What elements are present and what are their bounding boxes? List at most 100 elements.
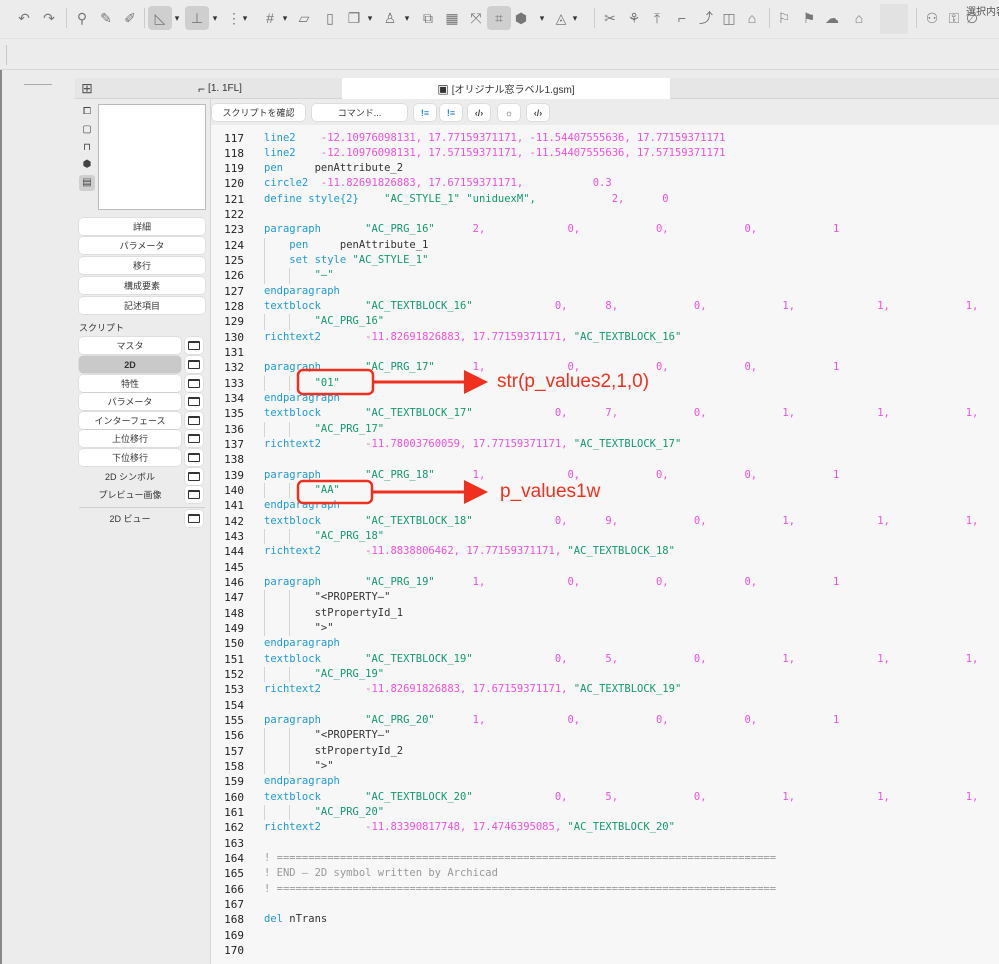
script-list-icon[interactable]: ▤ [79,175,95,191]
house-check-icon[interactable]: ⌂ [847,6,871,30]
elevate-icon[interactable]: ⤒ [645,6,669,30]
3d-view-icon[interactable]: ▢ [79,122,95,138]
code-token: ! END — 2D symbol written by Archicad [264,867,498,880]
debug-light-icon[interactable]: ☼ [498,104,520,121]
indent-guide [264,759,289,775]
tab-gsm-object[interactable]: ▣ [オリジナル窓ラベル1.gsm] [342,78,670,99]
chevron-down-icon[interactable]: ▾ [570,6,580,30]
selection-marquee-icon[interactable]: ⌗ [487,6,511,30]
section-icon[interactable]: ⊓ [79,140,95,156]
code-token: 1, 0, 0, 0, 1 [434,468,840,481]
tab-floor-plan[interactable]: ⌐ [1. 1FL] [175,78,265,99]
chevron-down-icon[interactable]: ▾ [172,6,182,30]
script-button-10[interactable]: 2D ビュー [79,510,181,527]
snap-guide-icon[interactable]: ⊥ [185,6,209,30]
side-button-1[interactable]: 詳細 [79,218,205,235]
fillet-icon[interactable]: ⌐ [670,6,694,30]
calendar-icon[interactable]: ▦ [440,6,464,30]
line-number: 128 [224,300,244,314]
open-window-icon[interactable] [185,449,203,466]
script-button-5[interactable]: インターフェース [79,412,181,429]
grid-icon[interactable]: # [258,6,282,30]
open-window-icon[interactable] [185,486,203,503]
script-button-9[interactable]: プレビュー画像 [79,486,181,503]
indent-guide [264,421,289,438]
pick-parameters-icon[interactable]: ⚲ [70,6,94,30]
3d-box-icon[interactable]: ⬢ [79,157,95,173]
code-editor[interactable]: 117 line2 -12.10976098131, 17.77159371171… [211,125,999,964]
script-button-4[interactable]: パラメータ [79,393,181,410]
script-button-7[interactable]: 下位移行 [79,449,181,466]
code-text: "—" [264,268,334,284]
3d-box-icon[interactable]: ⬢ [509,6,533,30]
open-window-icon[interactable] [185,430,203,447]
open-window-icon[interactable] [185,337,203,354]
indent-guide [264,728,289,744]
indent-guide [289,605,314,622]
trace-icon[interactable]: ⧉ [416,6,440,30]
magic-wand-icon[interactable]: ⚘ [622,6,646,30]
side-button-2[interactable]: パラメータ [79,237,205,254]
open-window-icon[interactable] [185,393,203,410]
script-button-6[interactable]: 上位移行 [79,430,181,447]
cloud-sync-icon[interactable]: ☁ [820,6,844,30]
chevron-down-icon[interactable]: ▾ [365,6,375,30]
code-line: 167 [211,897,999,912]
code-line: 142 textblock "AC_TEXTBLOCK_18" 0, 9, 0, … [211,514,999,529]
selection-info-label[interactable]: 選択内容 [966,3,999,18]
open-window-icon[interactable] [185,510,203,527]
chevron-down-icon[interactable]: ▾ [402,6,412,30]
code-token: "AC_TEXTBLOCK_18" [567,545,675,558]
plane-icon[interactable]: ▱ [292,6,316,30]
figure-icon[interactable]: ♙ [378,6,402,30]
redo-icon[interactable]: ↷ [37,6,61,30]
script-button-3[interactable]: 特性 [79,375,181,392]
inject-icon[interactable]: ✐ [118,6,142,30]
side-button-3[interactable]: 移行 [79,257,205,274]
guide-triangle-icon[interactable]: ◺ [148,6,172,30]
line-number: 162 [224,821,244,835]
code-token: "AC_PRG_20" [365,714,435,727]
undo-icon[interactable]: ↶ [12,6,36,30]
chevron-down-icon[interactable]: ▾ [210,6,220,30]
warning-list-icon[interactable]: !≡ [414,104,436,121]
chevron-down-icon[interactable]: ▾ [240,6,250,30]
chevron-down-icon[interactable]: ▾ [280,6,290,30]
curve-icon[interactable]: ⤴ [694,6,718,30]
check-script-button[interactable]: スクリプトを確認 [212,104,305,121]
indent-guide [289,483,314,499]
zoom-fit-icon[interactable]: ⤧ [464,6,488,30]
side-button-4[interactable]: 構成要素 [79,277,205,294]
indent-guide [289,728,314,744]
eyedropper-icon[interactable]: ✎ [94,6,118,30]
open-window-icon[interactable] [185,412,203,429]
line-number: 130 [224,330,244,344]
script-button-8[interactable]: 2D シンボル [79,468,181,485]
code-window-icon[interactable]: ‹/› [527,104,549,121]
split-icon[interactable]: ◫ [717,6,741,30]
2d-view-icon[interactable]: ⧠ [79,104,95,120]
script-button-2[interactable]: 2D [79,356,181,373]
command-button[interactable]: コマンド... [312,104,407,121]
code-line: 136 "AC_PRG_17" [211,421,999,438]
tab-overview-icon[interactable]: ⊞ [78,80,96,96]
open-window-icon[interactable] [185,468,203,485]
code-line: 120 circle2 -11.82691826883, 17.671593711… [211,176,999,191]
script-button-1[interactable]: マスタ [79,337,181,354]
list-flag-icon[interactable]: ⚑ [797,6,821,30]
side-button-5[interactable]: 記述項目 [79,297,205,314]
open-window-icon[interactable] [185,356,203,373]
code-convert-icon[interactable]: ‹/› [468,104,490,121]
vertical-plane-icon[interactable]: ▯ [318,6,342,30]
error-list-icon[interactable]: !≡ [440,104,462,121]
scissors-icon[interactable]: ✂ [598,6,622,30]
roof-icon[interactable]: ⌂ [740,6,764,30]
gdl-side-panel: ⧠ ▢ ⊓ ⬢ ▤ 詳細 パラメータ 移行 構成要素 記述項目 スクリプト マスタ 2D 特性 パラメ… [75,99,211,964]
chevron-down-icon[interactable]: ▾ [537,6,547,30]
divider [79,507,205,508]
layer-icon[interactable]: ❐ [342,6,366,30]
teamwork-icon[interactable]: ⚇ [920,6,944,30]
flag-icon[interactable]: ⚐ [772,6,796,30]
open-window-icon[interactable] [185,375,203,392]
